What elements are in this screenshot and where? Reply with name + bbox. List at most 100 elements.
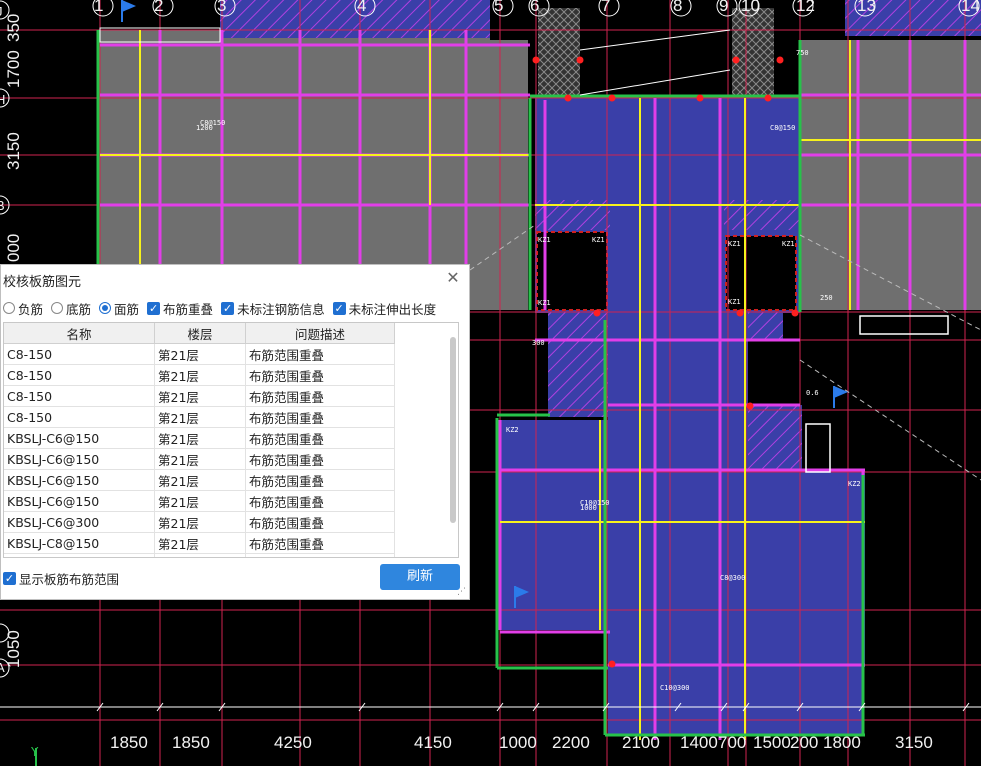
table-row[interactable]: KBSLJ-C6@150 第21层 布筋范围重叠 <box>4 469 395 491</box>
dashed-line <box>799 359 981 481</box>
cell-floor: 第21层 <box>154 427 246 449</box>
checkbox-unlabeled-info-label: 未标注钢筋信息 <box>237 301 325 317</box>
dimension-label: 1000 <box>499 733 537 752</box>
node-marker <box>608 660 616 668</box>
cell-issue: 布筋范围重叠 <box>245 532 395 554</box>
plan-label: 0.6 <box>806 389 819 397</box>
grid-axis-label: 10 <box>741 0 760 15</box>
table-row[interactable]: C8-150 第21层 布筋范围重叠 <box>4 343 395 365</box>
radio-top-rebar[interactable]: 面筋 <box>99 299 139 318</box>
checkbox-unlabeled-length[interactable]: ✓ 未标注伸出长度 <box>332 299 436 318</box>
close-icon[interactable]: ✕ <box>445 270 461 286</box>
radio-bottom-rebar[interactable]: 底筋 <box>51 299 91 318</box>
cell-name: KBSLJ-C8@150 <box>4 532 155 554</box>
grid-axis-label: 9 <box>719 0 729 15</box>
checkbox-show-range[interactable]: ✓ 显示板筋布筋范围 <box>3 569 119 588</box>
dimension-label-vertical: 350 <box>4 13 23 42</box>
cell-floor: 第21层 <box>154 364 246 386</box>
dimension-label: 4150 <box>414 733 452 752</box>
plan-label: C8@300 <box>720 574 745 582</box>
cell-name: KBSLJ-C6@150 <box>4 427 155 449</box>
cell-name: C8-150 <box>4 343 155 365</box>
cell-name: C8-150 <box>4 406 155 428</box>
checkbox-checked-icon: ✓ <box>3 572 16 585</box>
plan-label: KZ1 <box>538 236 551 244</box>
cell-name: C8-150 <box>4 364 155 386</box>
plan-label: KZ1 <box>592 236 605 244</box>
cell-issue: 布筋范围重叠 <box>245 385 395 407</box>
table-row[interactable]: KBSLJ-C6@150 第21层 布筋范围重叠 <box>4 490 395 512</box>
cell-name: KBSLJ-C10@300 <box>4 553 155 557</box>
checkbox-overlap-label: 布筋重叠 <box>163 301 214 317</box>
table-row[interactable]: KBSLJ-C6@150 第21层 布筋范围重叠 <box>4 427 395 449</box>
table-row[interactable]: KBSLJ-C10@300第21层布筋范围重叠 <box>4 553 395 557</box>
radio-icon <box>3 302 15 314</box>
refresh-button[interactable]: 刷新 <box>380 564 460 590</box>
node-marker <box>736 309 744 317</box>
radio-bottom-label: 底筋 <box>66 301 92 317</box>
cell-name: KBSLJ-C6@300 <box>4 511 155 533</box>
node-marker <box>746 402 754 410</box>
cell-name: KBSLJ-C6@150 <box>4 490 155 512</box>
col-header-issue[interactable]: 问题描述 <box>245 323 395 344</box>
leader-line <box>579 69 731 96</box>
cell-issue: 布筋范围重叠 <box>245 553 395 557</box>
grid-axis-label: 14 <box>961 0 980 15</box>
dimension-label: 3150 <box>895 733 933 752</box>
cell-floor: 第21层 <box>154 385 246 407</box>
cell-floor: 第21层 <box>154 343 246 365</box>
plan-label: 750 <box>796 49 809 57</box>
cell-name: KBSLJ-C6@150 <box>4 448 155 470</box>
checkbox-overlap[interactable]: ✓ 布筋重叠 <box>147 299 213 318</box>
table-row[interactable]: KBSLJ-C8@150 第21层 布筋范围重叠 <box>4 532 395 554</box>
dimension-label-vertical: 1050 <box>4 630 23 668</box>
table-row[interactable]: C8-150 第21层 布筋范围重叠 <box>4 385 395 407</box>
cell-floor: 第21层 <box>154 406 246 428</box>
table-row[interactable]: C8-150 第21层 布筋范围重叠 <box>4 406 395 428</box>
resize-grip-icon[interactable]: ⋰ <box>457 587 467 597</box>
plan-label: 300 <box>532 339 545 347</box>
dimension-label: 4250 <box>274 733 312 752</box>
hatched-slab <box>548 312 608 417</box>
dimension-label-vertical: 1700 <box>4 50 23 88</box>
dimension-label: 1400 <box>680 733 718 752</box>
col-header-name[interactable]: 名称 <box>4 323 155 344</box>
plan-label: KZ2 <box>848 480 861 488</box>
dimension-label: 1850 <box>110 733 148 752</box>
plan-label: KZ2 <box>506 426 519 434</box>
dimension-label: 2100 <box>622 733 660 752</box>
crosshatch-wall <box>732 8 774 96</box>
grid-axis-label: 8 <box>673 0 683 15</box>
axis-y-label: Y <box>30 745 39 759</box>
cell-issue: 布筋范围重叠 <box>245 448 395 470</box>
leader-line <box>579 29 731 51</box>
grid-axis-label: 6 <box>530 0 540 15</box>
flag-icon <box>122 0 136 12</box>
table-scrollbar[interactable] <box>450 337 456 523</box>
radio-icon <box>51 302 64 314</box>
table-row[interactable]: KBSLJ-C6@150 第21层 布筋范围重叠 <box>4 448 395 470</box>
col-header-floor[interactable]: 楼层 <box>154 323 246 344</box>
plan-label: KZ1 <box>728 298 741 306</box>
slab-region <box>500 420 608 630</box>
slab-region <box>745 472 865 667</box>
slab-region <box>608 665 863 735</box>
checkbox-unlabeled-info[interactable]: ✓ 未标注钢筋信息 <box>221 299 325 318</box>
dimension-label: 1850 <box>172 733 210 752</box>
plan-label: 1000 <box>580 504 597 512</box>
flag-icon <box>834 386 848 398</box>
cell-floor: 第21层 <box>154 469 246 491</box>
radio-top-label: 面筋 <box>114 301 140 317</box>
cell-name: C8-150 <box>4 385 155 407</box>
dimension-label: 700 <box>718 733 747 752</box>
plan-label: 1200 <box>196 124 213 132</box>
plan-label: C10@300 <box>660 684 690 692</box>
dimension-label-vertical: 000 <box>4 233 23 262</box>
grid-axis-label: 3 <box>217 0 227 15</box>
table-row[interactable]: KBSLJ-C6@300 第21层 布筋范围重叠 <box>4 511 395 533</box>
issues-table: 名称 楼层 问题描述 C8-150 第21层 布筋范围重叠 C8-150 第21层 布筋范… <box>3 322 459 558</box>
grid-axis-label: 12 <box>796 0 815 15</box>
radio-selected-icon <box>99 302 112 314</box>
table-row[interactable]: C8-150 第21层 布筋范围重叠 <box>4 364 395 386</box>
radio-negative-rebar[interactable]: 负筋 <box>3 299 43 318</box>
